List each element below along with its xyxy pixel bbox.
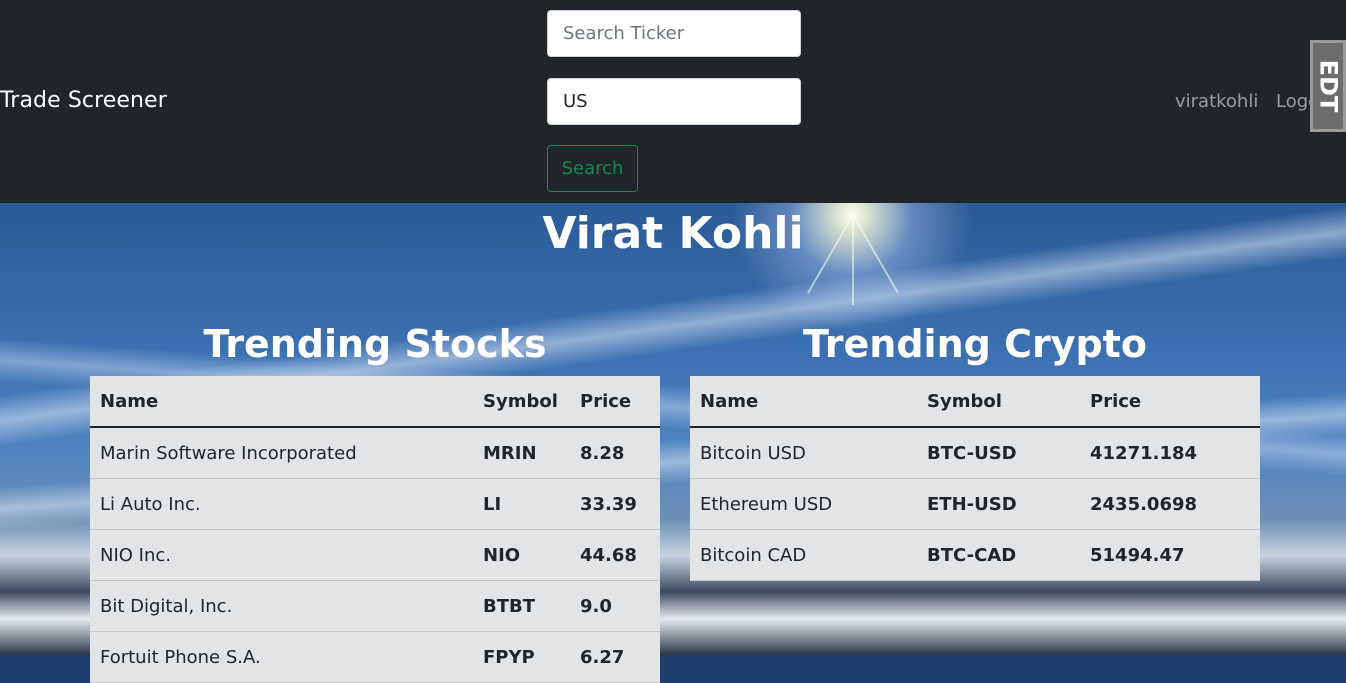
column-header-symbol: Symbol [917, 376, 1080, 428]
table-header-row: Name Symbol Price [690, 376, 1260, 428]
crypto-price: 2435.0698 [1080, 478, 1260, 530]
table-row[interactable]: Li Auto Inc. LI 33.39 [90, 478, 660, 530]
column-header-price: Price [570, 376, 660, 428]
trending-stocks-table: Name Symbol Price Marin Software Incorpo… [90, 376, 660, 683]
navbar: Trade Screener Search viratkohli Logout … [0, 0, 1346, 203]
crypto-name: Ethereum USD [690, 478, 917, 530]
extension-badge[interactable]: EDT [1310, 40, 1346, 132]
crypto-symbol: BTC-CAD [917, 529, 1080, 581]
stock-name: Li Auto Inc. [90, 478, 473, 530]
search-ticker-input[interactable] [547, 10, 801, 57]
stock-price: 9.0 [570, 580, 660, 632]
extension-badge-label: EDT [1314, 59, 1342, 113]
stock-price: 6.27 [570, 631, 660, 683]
stock-price: 44.68 [570, 529, 660, 581]
stock-symbol: NIO [473, 529, 570, 581]
column-header-name: Name [690, 376, 917, 428]
stock-name: Marin Software Incorporated [90, 427, 473, 479]
crypto-symbol: ETH-USD [917, 478, 1080, 530]
stock-symbol: FPYP [473, 631, 570, 683]
table-row[interactable]: Ethereum USD ETH-USD 2435.0698 [690, 478, 1260, 530]
crypto-name: Bitcoin USD [690, 427, 917, 479]
table-row[interactable]: Bitcoin CAD BTC-CAD 51494.47 [690, 529, 1260, 581]
column-header-price: Price [1080, 376, 1260, 428]
table-row[interactable]: Fortuit Phone S.A. FPYP 6.27 [90, 631, 660, 683]
country-input[interactable] [547, 78, 801, 125]
user-profile-link[interactable]: viratkohli [1175, 91, 1258, 112]
stock-symbol: BTBT [473, 580, 570, 632]
column-header-symbol: Symbol [473, 376, 570, 428]
trending-stocks-title: Trending Stocks [203, 322, 547, 366]
table-header-row: Name Symbol Price [90, 376, 660, 428]
column-header-name: Name [90, 376, 473, 428]
search-button[interactable]: Search [547, 145, 638, 192]
crypto-price: 41271.184 [1080, 427, 1260, 479]
stock-name: NIO Inc. [90, 529, 473, 581]
stock-name: Fortuit Phone S.A. [90, 631, 473, 683]
table-row[interactable]: Marin Software Incorporated MRIN 8.28 [90, 427, 660, 479]
crypto-name: Bitcoin CAD [690, 529, 917, 581]
brand-link[interactable]: Trade Screener [0, 88, 167, 113]
crypto-price: 51494.47 [1080, 529, 1260, 581]
crypto-symbol: BTC-USD [917, 427, 1080, 479]
table-row[interactable]: NIO Inc. NIO 44.68 [90, 529, 660, 581]
page-title: Virat Kohli [542, 208, 804, 259]
table-row[interactable]: Bitcoin USD BTC-USD 41271.184 [690, 427, 1260, 479]
stock-name: Bit Digital, Inc. [90, 580, 473, 632]
stock-price: 33.39 [570, 478, 660, 530]
table-row[interactable]: Bit Digital, Inc. BTBT 9.0 [90, 580, 660, 632]
stock-symbol: LI [473, 478, 570, 530]
trending-crypto-title: Trending Crypto [803, 322, 1147, 366]
stock-price: 8.28 [570, 427, 660, 479]
stock-symbol: MRIN [473, 427, 570, 479]
trending-crypto-table: Name Symbol Price Bitcoin USD BTC-USD 41… [690, 376, 1260, 581]
